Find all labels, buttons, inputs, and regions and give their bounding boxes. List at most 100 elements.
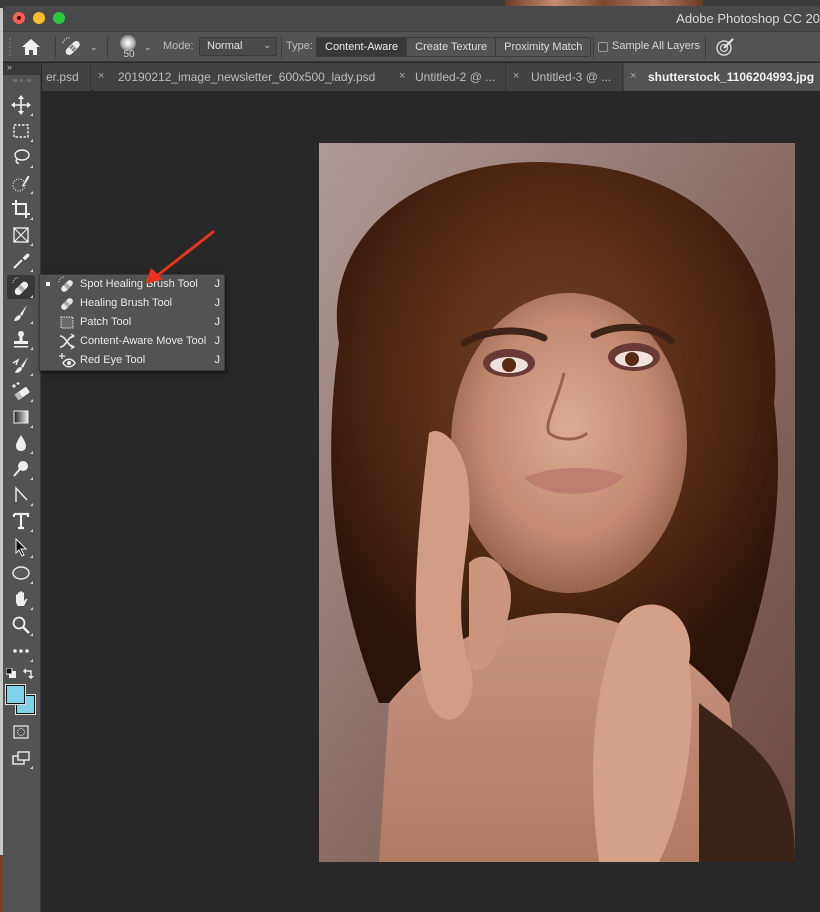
marquee-icon xyxy=(13,124,29,138)
brush-picker-chevron-icon[interactable]: ⌄ xyxy=(144,42,152,53)
menu-item-label: Healing Brush Tool xyxy=(80,297,173,309)
clone-stamp-tool[interactable] xyxy=(7,327,35,351)
type-content-aware-button[interactable]: Content-Aware xyxy=(317,38,408,56)
eyedropper-tool[interactable] xyxy=(7,249,35,273)
pressure-size-button[interactable] xyxy=(715,37,735,57)
type-tool[interactable] xyxy=(7,509,35,533)
minimize-window-button[interactable] xyxy=(33,12,45,24)
shortcut-key: J xyxy=(214,278,221,290)
document-tab[interactable]: er.psd xyxy=(42,63,91,91)
gradient-tool[interactable] xyxy=(7,405,35,429)
quick-mask-icon xyxy=(13,725,29,739)
menu-item-label: Content-Aware Move Tool xyxy=(80,335,207,347)
patch-icon xyxy=(60,316,74,329)
tool-group-indicator xyxy=(30,659,33,662)
tool-preset-picker[interactable] xyxy=(61,36,83,58)
menu-item-spot-healing-brush[interactable]: Spot Healing Brush Tool J xyxy=(40,275,226,294)
document-tab-active[interactable]: × shutterstock_1106204993.jpg xyxy=(624,63,820,91)
collapse-panel-icon[interactable]: » xyxy=(7,62,12,72)
close-tab-icon[interactable]: × xyxy=(630,70,636,82)
default-colors-icon[interactable] xyxy=(6,668,16,678)
separator xyxy=(593,36,594,58)
screen-mode-button[interactable] xyxy=(7,746,35,770)
menu-item-content-aware-move[interactable]: Content-Aware Move Tool J xyxy=(40,332,226,351)
lasso-tool[interactable] xyxy=(7,145,35,169)
tool-group-indicator xyxy=(30,581,33,584)
sample-all-layers-label[interactable]: Sample All Layers xyxy=(612,40,700,52)
rectangular-marquee-tool[interactable] xyxy=(7,119,35,143)
quick-mask-button[interactable] xyxy=(7,720,35,744)
tool-group-indicator xyxy=(30,503,33,506)
history-brush-icon xyxy=(12,357,28,373)
zoom-tool[interactable] xyxy=(7,613,35,637)
close-window-button[interactable] xyxy=(13,12,25,24)
tool-group-indicator xyxy=(30,633,33,636)
path-selection-tool[interactable] xyxy=(7,535,35,559)
menu-item-label: Patch Tool xyxy=(80,316,132,328)
document-tab[interactable]: × Untitled-3 @ ... xyxy=(507,63,623,91)
tool-group-indicator xyxy=(30,243,33,246)
spot-healing-brush-icon xyxy=(12,277,29,296)
close-tab-icon[interactable]: × xyxy=(98,70,104,82)
close-tab-icon[interactable]: × xyxy=(399,70,405,82)
zoom-icon xyxy=(12,616,30,634)
chevron-down-icon[interactable]: ⌄ xyxy=(90,42,98,53)
document-canvas[interactable] xyxy=(42,91,820,912)
tool-group-indicator xyxy=(30,766,33,769)
pen-tool[interactable] xyxy=(7,483,35,507)
brush-tool[interactable] xyxy=(7,301,35,325)
blur-tool[interactable] xyxy=(7,431,35,455)
tab-label: Untitled-3 @ ... xyxy=(531,70,612,84)
maximize-window-button[interactable] xyxy=(53,12,65,24)
spot-healing-brush-icon xyxy=(58,276,73,292)
document-tab[interactable]: × 20190212_image_newsletter_600x500_lady… xyxy=(94,63,394,91)
eyedropper-icon xyxy=(13,253,30,269)
crop-tool[interactable] xyxy=(7,197,35,221)
dodge-tool[interactable] xyxy=(7,457,35,481)
portrait-photo xyxy=(319,143,795,862)
tools-panel-grip[interactable] xyxy=(13,79,31,82)
options-bar-grip[interactable] xyxy=(9,38,13,56)
move-tool[interactable] xyxy=(7,93,35,117)
home-button[interactable] xyxy=(21,38,41,56)
frame-icon xyxy=(13,227,29,243)
sample-all-layers-checkbox[interactable] xyxy=(598,42,608,52)
history-brush-tool[interactable] xyxy=(7,353,35,377)
shortcut-key: J xyxy=(214,335,221,347)
eraser-tool[interactable] xyxy=(7,379,35,403)
separator xyxy=(107,36,108,58)
tool-group-indicator xyxy=(30,607,33,610)
tool-group-indicator xyxy=(30,477,33,480)
shortcut-key: J xyxy=(214,354,221,366)
document-image[interactable] xyxy=(319,143,795,862)
tools-panel-header[interactable]: » xyxy=(3,62,41,75)
brush-icon xyxy=(14,305,27,321)
swap-colors-icon[interactable] xyxy=(23,667,35,679)
type-create-texture-button[interactable]: Create Texture xyxy=(407,38,497,56)
type-proximity-match-button[interactable]: Proximity Match xyxy=(496,38,591,56)
menu-item-patch[interactable]: Patch Tool J xyxy=(40,313,226,332)
hand-icon xyxy=(16,591,28,606)
close-tab-icon[interactable]: × xyxy=(513,70,519,82)
mode-label: Mode: xyxy=(163,40,194,52)
tool-group-indicator xyxy=(30,165,33,168)
red-eye-icon xyxy=(59,353,76,368)
separator xyxy=(55,36,56,58)
hand-tool[interactable] xyxy=(7,587,35,611)
menu-item-red-eye[interactable]: Red Eye Tool J xyxy=(40,351,226,370)
tab-label: 20190212_image_newsletter_600x500_lady.p… xyxy=(118,70,376,84)
spot-healing-brush-tool[interactable] xyxy=(7,275,35,299)
frame-tool[interactable] xyxy=(7,223,35,247)
tool-group-indicator xyxy=(30,113,33,116)
menu-item-healing-brush[interactable]: Healing Brush Tool J xyxy=(40,294,226,313)
type-label: Type: xyxy=(286,40,313,52)
arrow-cursor-icon xyxy=(15,537,28,557)
pen-icon xyxy=(15,486,28,502)
edit-toolbar[interactable] xyxy=(7,639,35,663)
foreground-color-swatch[interactable] xyxy=(5,684,26,705)
document-tab[interactable]: × Untitled-2 @ ... xyxy=(393,63,506,91)
tool-group-indicator xyxy=(30,295,33,298)
ellipse-tool[interactable] xyxy=(7,561,35,585)
quick-selection-tool[interactable] xyxy=(7,171,35,195)
mode-select[interactable]: Normal ⌄ xyxy=(199,37,277,56)
